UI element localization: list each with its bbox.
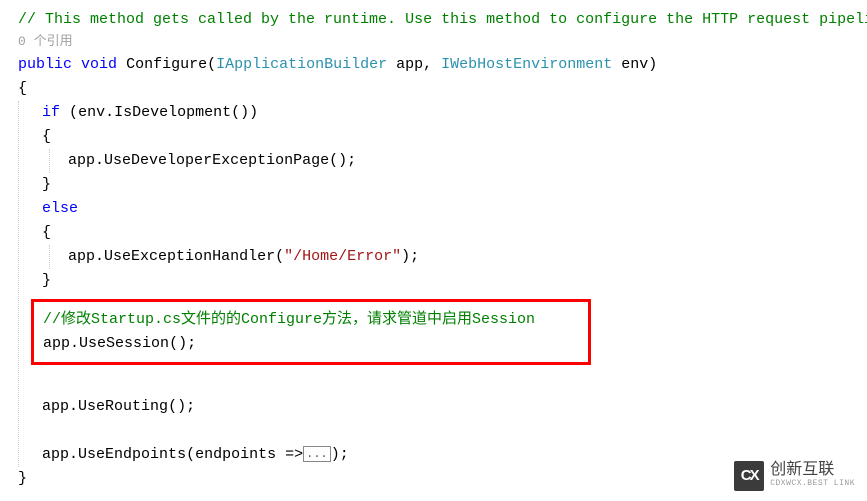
highlight-region: //修改Startup.cs文件的的Configure方法，请求管道中启用Ses…: [31, 299, 591, 365]
else-body: app.UseExceptionHandler("/Home/Error");: [49, 245, 867, 269]
watermark-logo-icon: CX: [734, 461, 764, 491]
comment-top: // This method gets called by the runtim…: [18, 11, 867, 28]
blank-line: [33, 371, 867, 395]
collapsed-region[interactable]: ...: [303, 446, 331, 462]
use-developer-exception: app.UseDeveloperExceptionPage();: [50, 149, 867, 173]
watermark-title: 创新互联: [770, 462, 855, 478]
method-signature: public void Configure(IApplicationBuilde…: [18, 53, 867, 77]
comment-line: // This method gets called by the runtim…: [18, 8, 867, 32]
use-session-call: app.UseSession();: [34, 332, 578, 356]
use-routing-call: app.UseRouting();: [33, 395, 867, 419]
watermark: CX 创新互联 CDXWCX.BEST LINK: [734, 461, 855, 491]
blank-line: [33, 419, 867, 443]
watermark-subtitle: CDXWCX.BEST LINK: [770, 478, 855, 491]
if-brace-open: {: [33, 125, 867, 149]
method-body: if (env.IsDevelopment()) { app.UseDevelo…: [18, 101, 867, 467]
watermark-text-group: 创新互联 CDXWCX.BEST LINK: [770, 462, 855, 491]
if-body: app.UseDeveloperExceptionPage();: [49, 149, 867, 173]
highlight-comment: //修改Startup.cs文件的的Configure方法，请求管道中启用Ses…: [34, 308, 578, 332]
codelens-references[interactable]: 0 个引用: [18, 32, 867, 53]
code-block: // This method gets called by the runtim…: [18, 8, 867, 491]
if-statement: if (env.IsDevelopment()): [33, 101, 867, 125]
if-brace-close: }: [33, 173, 867, 197]
use-exception-handler: app.UseExceptionHandler("/Home/Error");: [50, 245, 867, 269]
else-keyword: else: [33, 197, 867, 221]
else-brace-open: {: [33, 221, 867, 245]
brace-open: {: [18, 77, 867, 101]
else-brace-close: }: [33, 269, 867, 293]
